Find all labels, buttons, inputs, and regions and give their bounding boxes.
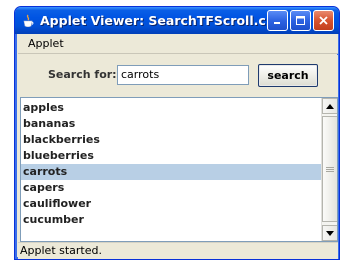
search-button[interactable]: search — [258, 64, 318, 87]
search-input[interactable]: carrots — [117, 65, 249, 85]
list-item-selected[interactable]: carrots — [21, 164, 321, 180]
title-bar[interactable]: Applet Viewer: SearchTFScroll.c... — [15, 7, 339, 34]
maximize-icon — [296, 16, 305, 25]
applet-content: Search for: carrots search apples banana… — [18, 55, 338, 242]
list-item[interactable]: blackberries — [21, 132, 321, 148]
list-item[interactable]: cucumber — [21, 212, 321, 228]
scroll-up-button[interactable] — [322, 98, 337, 114]
list-item[interactable]: blueberries — [21, 148, 321, 164]
status-bar: Applet started. — [18, 242, 338, 259]
list-items-container: apples bananas blackberries blueberries … — [21, 100, 321, 228]
list-item[interactable]: apples — [21, 100, 321, 116]
java-cup-icon — [21, 13, 35, 29]
list-item[interactable]: capers — [21, 180, 321, 196]
maximize-button[interactable] — [290, 10, 311, 31]
grip-icon — [326, 166, 334, 172]
minimize-button[interactable] — [267, 10, 288, 31]
arrow-up-icon — [326, 103, 334, 109]
arrow-down-icon — [326, 230, 334, 236]
window-title: Applet Viewer: SearchTFScroll.c... — [40, 13, 267, 28]
close-button[interactable] — [313, 10, 334, 31]
list-item[interactable]: bananas — [21, 116, 321, 132]
menu-applet[interactable]: Applet — [18, 37, 72, 50]
search-label: Search for: — [48, 68, 117, 81]
vertical-scrollbar[interactable] — [321, 98, 337, 241]
list-item[interactable]: cauliflower — [21, 196, 321, 212]
close-icon — [319, 16, 328, 25]
applet-viewer-window: Applet Viewer: SearchTFScroll.c... Apple… — [14, 6, 340, 260]
scroll-down-button[interactable] — [322, 225, 337, 241]
results-list[interactable]: apples bananas blackberries blueberries … — [20, 97, 338, 242]
minimize-icon — [274, 22, 280, 24]
menu-bar: Applet — [18, 34, 338, 54]
scrollbar-thumb[interactable] — [322, 116, 337, 222]
